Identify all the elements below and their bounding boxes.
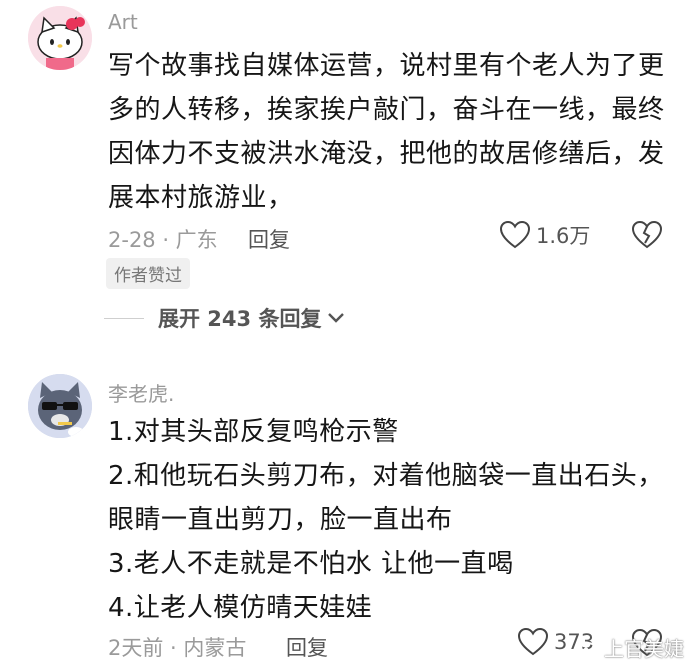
avatar[interactable] — [28, 374, 92, 438]
dislike-button[interactable] — [631, 220, 663, 253]
weibo-icon — [576, 638, 600, 658]
reply-button[interactable]: 回复 — [286, 632, 328, 662]
username[interactable]: Art — [108, 10, 138, 34]
author-liked-badge: 作者赞过 — [106, 258, 190, 289]
comment-text: 写个故事找自媒体运营，说村里有个老人为了更 多的人转移，挨家挨户敲门，奋斗在一线… — [108, 44, 668, 220]
cat-avatar-icon — [28, 374, 92, 438]
comment-line: 3.老人不走就是不怕水 让他一直喝 — [108, 549, 514, 579]
comment-line: 多的人转移，挨家挨户敲门，奋斗在一线，最终 — [108, 95, 665, 125]
chevron-down-icon — [328, 313, 345, 323]
comment-line: 2.和他玩石头剪刀布，对着他脑袋一直出石头， — [108, 461, 664, 491]
expand-replies-button[interactable]: 展开 243 条回复 — [104, 303, 345, 333]
watermark: 上官美婕 — [576, 633, 684, 662]
comment-line: 眼睛一直出剪刀，脸一直出布 — [108, 505, 453, 535]
reply-button[interactable]: 回复 — [248, 224, 290, 254]
comment-text: 1.对其头部反复鸣枪示警 2.和他玩石头剪刀布，对着他脑袋一直出石头， 眼睛一直… — [108, 410, 678, 630]
comment-meta: 2天前 · 内蒙古 — [108, 636, 247, 660]
comment-meta: 2-28 · 广东 — [108, 228, 218, 252]
heart-icon — [518, 628, 548, 656]
comment-line: 1.对其头部反复鸣枪示警 — [108, 417, 399, 447]
comment-line: 4.让老人模仿晴天娃娃 — [108, 593, 373, 623]
like-button[interactable]: 1.6万 — [500, 220, 590, 250]
avatar[interactable] — [28, 6, 92, 70]
comment-line: 写个故事找自媒体运营，说村里有个老人为了更 — [108, 51, 665, 81]
heart-icon — [500, 221, 530, 249]
like-count: 1.6万 — [536, 224, 591, 248]
divider — [104, 317, 144, 319]
username[interactable]: 李老虎. — [108, 378, 174, 407]
broken-heart-icon — [631, 220, 663, 249]
comment-line: 展本村旅游业， — [108, 183, 294, 213]
comment-line: 因体力不支被洪水淹没，把他的故居修缮后，发 — [108, 139, 665, 169]
watermark-text: 上官美婕 — [604, 637, 684, 661]
expand-replies-label: 展开 243 条回复 — [158, 307, 322, 331]
hello-kitty-icon — [28, 6, 92, 70]
